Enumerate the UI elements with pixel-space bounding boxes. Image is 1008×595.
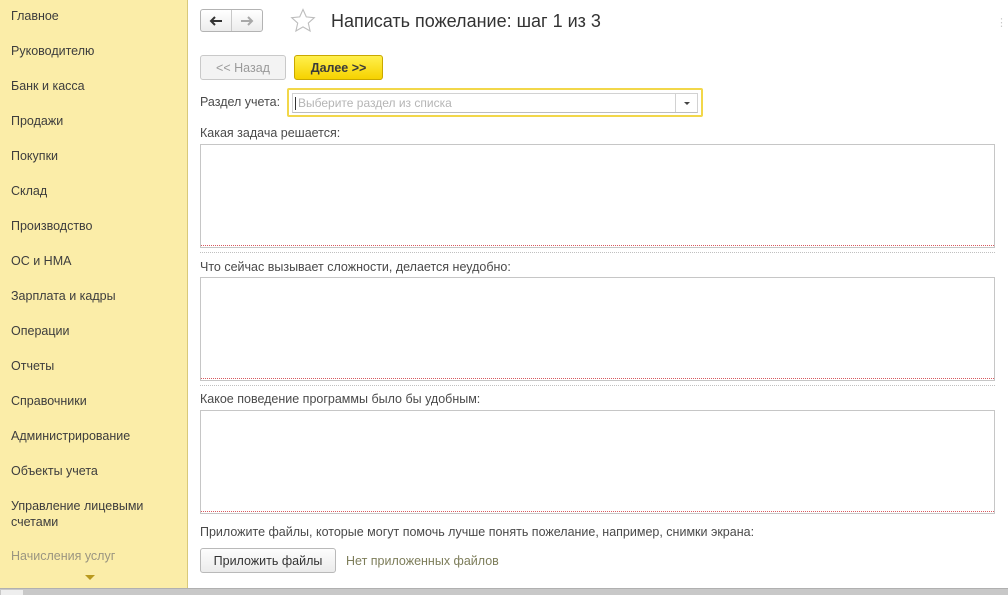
sidebar-item-accounts-management[interactable]: Управление лицевыми счетами — [11, 498, 181, 530]
sidebar-item-accounting-objects[interactable]: Объекты учета — [11, 463, 181, 479]
section-select[interactable] — [287, 88, 703, 117]
sidebar-item-manager[interactable]: Руководителю — [11, 43, 181, 59]
difficulty-label: Что сейчас вызывает сложности, делается … — [200, 260, 511, 274]
chevron-down-icon[interactable] — [85, 575, 95, 580]
next-button[interactable]: Далее >> — [294, 55, 383, 80]
divider — [200, 252, 995, 253]
divider — [200, 385, 995, 386]
sidebar-item-bank[interactable]: Банк и касса — [11, 78, 181, 94]
main-panel: Написать пожелание: шаг 1 из 3 ⋮ << Наза… — [189, 0, 1008, 588]
difficulty-textarea[interactable] — [200, 277, 995, 381]
back-nav-button[interactable] — [201, 10, 231, 31]
section-label: Раздел учета: — [200, 95, 281, 109]
close-icon[interactable]: ⋮ — [996, 16, 1007, 29]
task-label: Какая задача решается: — [200, 126, 341, 140]
sidebar-item-payroll[interactable]: Зарплата и кадры — [11, 288, 181, 304]
sidebar-item-references[interactable]: Справочники — [11, 393, 181, 409]
horizontal-scrollbar[interactable] — [0, 588, 1008, 595]
sidebar-item-production[interactable]: Производство — [11, 218, 181, 234]
back-button[interactable]: << Назад — [200, 55, 286, 80]
task-textarea[interactable] — [200, 144, 995, 248]
required-underline — [201, 245, 994, 246]
required-underline — [201, 511, 994, 512]
sidebar-item-administration[interactable]: Администрирование — [11, 428, 181, 444]
sidebar-item-operations[interactable]: Операции — [11, 323, 181, 339]
no-files-text: Нет приложенных файлов — [346, 554, 499, 568]
dropdown-arrow-icon[interactable] — [675, 94, 697, 112]
star-icon[interactable] — [290, 8, 316, 33]
sidebar-item-sales[interactable]: Продажи — [11, 113, 181, 129]
section-input[interactable] — [296, 94, 676, 112]
sidebar-item-warehouse[interactable]: Склад — [11, 183, 181, 199]
page-title: Написать пожелание: шаг 1 из 3 — [331, 11, 601, 31]
sidebar-item-main[interactable]: Главное — [11, 8, 181, 24]
arrow-right-icon — [241, 15, 254, 26]
desired-label: Какое поведение программы было бы удобны… — [200, 392, 481, 406]
desired-textarea[interactable] — [200, 410, 995, 514]
sidebar-item-assets[interactable]: ОС и НМА — [11, 253, 181, 269]
required-underline — [201, 378, 994, 379]
forward-nav-button[interactable] — [231, 10, 262, 31]
sidebar-item-reports[interactable]: Отчеты — [11, 358, 181, 374]
sidebar-item-service-charges[interactable]: Начисления услуг — [11, 548, 181, 564]
arrow-left-icon — [209, 15, 223, 26]
sidebar-item-purchases[interactable]: Покупки — [11, 148, 181, 164]
history-nav — [200, 9, 263, 32]
scrollbar-thumb[interactable] — [1, 590, 23, 595]
attach-hint: Приложите файлы, которые могут помочь лу… — [200, 525, 755, 539]
attach-files-button[interactable]: Приложить файлы — [200, 548, 336, 573]
sidebar: Главное Руководителю Банк и касса Продаж… — [0, 0, 188, 588]
